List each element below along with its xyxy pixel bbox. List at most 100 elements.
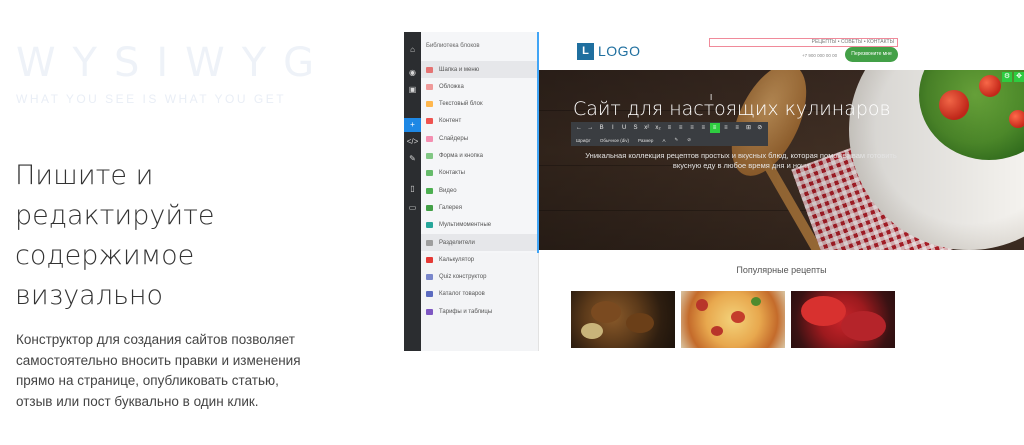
library-item[interactable]: Галерея bbox=[421, 199, 537, 216]
library-item[interactable]: Разделители bbox=[421, 234, 537, 251]
text-format-toolbar: ← → B I U Sx² x₂ ≡ ≡ ≡ ≡ ≡ ≡ ≡ ⊞ ⊘ Шрифт Обычное (div) Ра… bbox=[571, 122, 768, 146]
block-category-icon bbox=[426, 83, 433, 90]
library-item-label: Шапка и меню bbox=[439, 66, 480, 73]
library-item[interactable]: Мультимоментные bbox=[421, 217, 537, 234]
toolbar-option[interactable]: Обычное (div) bbox=[600, 138, 629, 143]
eye-icon[interactable]: ◉ bbox=[404, 67, 421, 79]
logo-mark[interactable]: L bbox=[577, 43, 594, 60]
library-item-label: Мультимоментные bbox=[439, 222, 492, 229]
library-item[interactable]: Каталог товаров bbox=[421, 286, 537, 303]
toolbar-option[interactable]: A bbox=[662, 138, 665, 143]
editor-mockup: ⌂ ◉ ▣ + </> ✎ ▯ ▭ Библиотека блоков Шапк… bbox=[404, 32, 1024, 351]
block-category-icon bbox=[426, 135, 433, 142]
toolbar-button[interactable]: ≡ bbox=[709, 123, 720, 133]
callback-button[interactable]: Перезвоните мне bbox=[845, 47, 898, 62]
toolbar-button[interactable]: I bbox=[608, 123, 618, 133]
toolbar-button[interactable]: B bbox=[597, 123, 607, 133]
hero-heading: Пишите и редактируйте содержимое визуаль… bbox=[15, 160, 215, 311]
toolbar-button[interactable]: ≡ bbox=[732, 123, 742, 133]
library-item[interactable]: Quiz конструктор bbox=[421, 269, 537, 286]
library-item-label: Разделители bbox=[439, 239, 475, 246]
library-item[interactable]: Обложка bbox=[421, 78, 537, 95]
block-category-icon bbox=[426, 274, 433, 281]
library-item[interactable]: Форма и кнопка bbox=[421, 148, 537, 165]
block-category-icon bbox=[426, 118, 433, 125]
toolbar-button[interactable]: S bbox=[630, 123, 640, 133]
block-category-icon bbox=[426, 239, 433, 246]
mobile-icon[interactable]: ▯ bbox=[404, 183, 421, 195]
editor-side-rail: ⌂ ◉ ▣ + </> ✎ ▯ ▭ bbox=[404, 32, 421, 351]
top-navigation[interactable]: РЕЦЕПТЫ • СОВЕТЫ • КОНТАКТЫ bbox=[709, 38, 898, 47]
block-controls: ⚙ ✥ bbox=[1000, 72, 1024, 82]
toolbar-button[interactable]: x₂ bbox=[653, 123, 663, 133]
library-item-label: Обложка bbox=[439, 83, 464, 90]
library-item[interactable]: Слайдеры bbox=[421, 130, 537, 147]
toolbar-button[interactable]: ≡ bbox=[664, 123, 674, 133]
save-icon[interactable]: ▣ bbox=[404, 84, 421, 96]
logo-text[interactable]: LOGO bbox=[598, 43, 640, 59]
block-category-icon bbox=[426, 256, 433, 263]
brand-title: WYSIWYG bbox=[16, 40, 332, 86]
toolbar-button[interactable]: x² bbox=[642, 123, 652, 133]
block-category-icon bbox=[426, 204, 433, 211]
library-item-label: Тарифы и таблицы bbox=[439, 308, 493, 315]
hero-banner: Сайт для настоящих кулинаров I ← → B I U Sx² x… bbox=[539, 70, 1024, 250]
library-item-label: Галерея bbox=[439, 204, 463, 211]
block-category-icon bbox=[426, 291, 433, 298]
library-item[interactable]: Калькулятор bbox=[421, 251, 537, 268]
block-category-icon bbox=[426, 101, 433, 108]
block-category-icon bbox=[426, 308, 433, 315]
library-item[interactable]: Видео bbox=[421, 182, 537, 199]
library-item[interactable]: Тарифы и таблицы bbox=[421, 303, 537, 320]
site-preview: L LOGO РЕЦЕПТЫ • СОВЕТЫ • КОНТАКТЫ +7 90… bbox=[539, 32, 1024, 351]
library-item-label: Форма и кнопка bbox=[439, 153, 484, 159]
toolbar-button[interactable]: ← bbox=[574, 123, 584, 133]
block-category-icon bbox=[426, 222, 433, 229]
toolbar-button[interactable]: U bbox=[619, 123, 629, 133]
text-cursor-icon: I bbox=[710, 93, 713, 102]
move-icon[interactable]: ✥ bbox=[1014, 72, 1024, 82]
toolbar-button[interactable]: ≡ bbox=[676, 123, 686, 133]
toolbar-button[interactable]: ⊘ bbox=[755, 123, 765, 133]
toolbar-button[interactable]: ≡ bbox=[698, 123, 708, 133]
home-icon[interactable]: ⌂ bbox=[404, 44, 421, 56]
library-item[interactable]: Текстовый блок bbox=[421, 96, 537, 113]
recipe-card[interactable] bbox=[681, 291, 785, 348]
block-category-icon bbox=[426, 170, 433, 177]
library-item-label: Контент bbox=[439, 118, 462, 125]
brand-subtitle: WHAT YOU SEE IS WHAT YOU GET bbox=[16, 92, 287, 106]
library-item-label: Слайдеры bbox=[439, 135, 469, 142]
toolbar-button[interactable]: ⊞ bbox=[743, 123, 753, 133]
phone-number: +7 900 000 00 00 bbox=[802, 53, 838, 58]
library-item[interactable]: Шапка и меню bbox=[421, 61, 537, 78]
library-item-label: Видео bbox=[439, 187, 457, 194]
banner-title[interactable]: Сайт для настоящих кулинаров bbox=[573, 98, 891, 120]
library-item[interactable]: Контакты bbox=[421, 165, 537, 182]
library-item-label: Каталог товаров bbox=[439, 291, 485, 298]
toolbar-button[interactable]: → bbox=[585, 123, 595, 133]
tablet-icon[interactable]: ▭ bbox=[404, 202, 421, 214]
banner-subtitle[interactable]: Уникальная коллекция рецептов простых и … bbox=[581, 151, 901, 171]
block-category-icon bbox=[426, 187, 433, 194]
library-item[interactable]: Контент bbox=[421, 113, 537, 130]
library-item-label: Текстовый блок bbox=[439, 101, 483, 108]
block-library-panel: Библиотека блоков Шапка и меню Обложка Тек… bbox=[421, 32, 539, 351]
brush-icon[interactable]: ✎ bbox=[404, 153, 421, 165]
toolbar-option[interactable]: ✎ bbox=[674, 137, 678, 143]
toolbar-button[interactable]: ≡ bbox=[721, 123, 731, 133]
gear-icon[interactable]: ⚙ bbox=[1002, 72, 1012, 82]
plus-icon[interactable]: + bbox=[404, 118, 421, 132]
recipe-card[interactable] bbox=[791, 291, 895, 348]
library-item-label: Quiz конструктор bbox=[439, 274, 487, 281]
block-category-icon bbox=[426, 153, 433, 159]
block-category-icon bbox=[426, 66, 433, 73]
recipe-card[interactable] bbox=[571, 291, 675, 348]
toolbar-button[interactable]: ≡ bbox=[687, 123, 697, 133]
toolbar-option[interactable]: Размер bbox=[638, 138, 653, 143]
toolbar-option[interactable]: ⊘ bbox=[687, 137, 691, 143]
code-icon[interactable]: </> bbox=[404, 136, 421, 148]
toolbar-option[interactable]: Шрифт bbox=[576, 138, 591, 143]
section-title[interactable]: Популярные рецепты bbox=[539, 265, 1024, 275]
library-item-label: Калькулятор bbox=[439, 256, 475, 263]
library-item-label: Контакты bbox=[439, 170, 465, 177]
